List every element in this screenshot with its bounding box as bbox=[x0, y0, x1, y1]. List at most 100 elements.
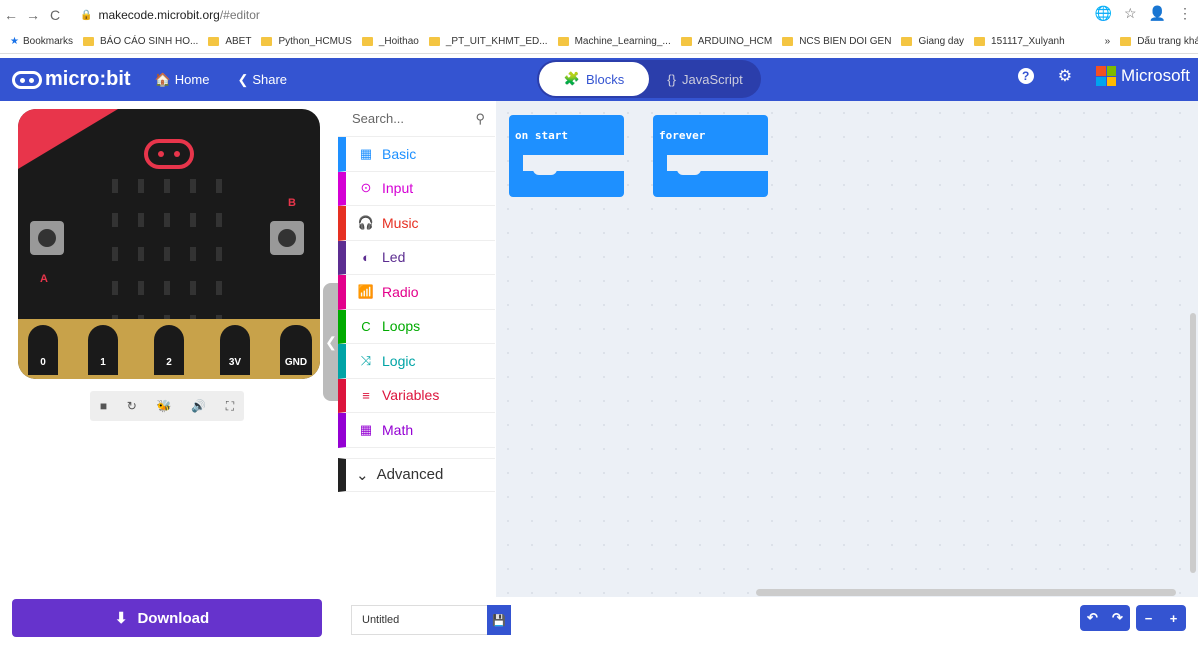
vertical-scrollbar[interactable] bbox=[1190, 313, 1196, 573]
category-led[interactable]: ◐ Led bbox=[338, 240, 495, 275]
bookmark-label: Dấu trang khác bbox=[1137, 36, 1198, 47]
share-button[interactable]: ❮ Share bbox=[237, 72, 291, 88]
save-button[interactable]: 💾 bbox=[487, 605, 511, 635]
tab-blocks[interactable]: 🧩 Blocks bbox=[539, 62, 649, 96]
home-button[interactable]: 🏠 Home bbox=[155, 72, 214, 88]
bookmarks-text: Bookmarks bbox=[22, 36, 73, 47]
stop-icon[interactable]: ■ bbox=[100, 399, 107, 413]
menu-icon[interactable]: ⋮ bbox=[1178, 5, 1192, 22]
browser-right-icons: 🌐 ☆ 👤 ⋮ bbox=[1095, 5, 1192, 22]
category-music[interactable]: 🎧 Music bbox=[338, 206, 495, 241]
category-label: Math bbox=[382, 421, 414, 438]
simulator-panel: A B 0 1 2 3V GND ■ ↻ 🐝 🔊 ⛶ bbox=[0, 101, 338, 591]
collapse-simulator-button[interactable]: ❮ bbox=[323, 283, 339, 401]
restart-icon[interactable]: ↻ bbox=[127, 399, 137, 413]
other-bookmarks[interactable]: Dấu trang khác bbox=[1120, 36, 1198, 47]
bookmark-label: Giang day bbox=[918, 36, 965, 47]
undo-redo-group: ↶ ↷ bbox=[1080, 605, 1130, 631]
editor-toggle: 🧩 Blocks {} JavaScript bbox=[537, 60, 761, 98]
browser-toolbar: ← → C 🔒 makecode.microbit.org/#editor 🌐 … bbox=[0, 0, 1198, 30]
bookmark-item[interactable]: NCS BIEN DOI GEN bbox=[782, 36, 891, 47]
search-input[interactable]: Search... bbox=[352, 111, 404, 126]
help-icon[interactable]: ? bbox=[1017, 68, 1034, 84]
bookmark-item[interactable]: Python_HCMUS bbox=[261, 36, 352, 47]
bottom-bar: ⬇ Download Untitled 💾 ↶ ↷ − + bbox=[0, 597, 1198, 648]
on-start-block[interactable]: on start bbox=[509, 115, 624, 197]
tab-javascript[interactable]: {} JavaScript bbox=[649, 72, 761, 87]
pin-3v[interactable]: 3V bbox=[220, 325, 250, 375]
back-button[interactable]: ← bbox=[0, 7, 22, 23]
bookmark-item[interactable]: ABET bbox=[208, 36, 251, 47]
zoom-in-icon[interactable]: + bbox=[1170, 611, 1178, 626]
button-a-label: A bbox=[40, 273, 48, 285]
bookmark-item[interactable]: ARDUINO_HCM bbox=[680, 36, 773, 47]
loops-icon: C bbox=[361, 318, 371, 334]
horizontal-scrollbar[interactable] bbox=[756, 589, 1176, 596]
lock-icon: 🔒 bbox=[80, 9, 93, 21]
bookmark-label: Machine_Learning_... bbox=[574, 36, 671, 47]
mute-icon[interactable]: 🔊 bbox=[191, 399, 206, 413]
download-button[interactable]: ⬇ Download bbox=[12, 599, 322, 637]
profile-icon[interactable]: 👤 bbox=[1149, 5, 1166, 22]
category-advanced[interactable]: ⌄ Advanced bbox=[338, 457, 495, 492]
bookmark-item[interactable]: _PT_UIT_KHMT_ED... bbox=[428, 36, 548, 47]
logo-text: micro:bit bbox=[45, 68, 131, 90]
star-icon: ★ bbox=[10, 36, 19, 47]
folder-icon bbox=[680, 37, 692, 46]
bookmark-item[interactable]: _Hoithao bbox=[361, 36, 419, 47]
folder-icon bbox=[557, 37, 569, 46]
button-a[interactable] bbox=[30, 221, 64, 255]
pin-gnd[interactable]: GND bbox=[280, 325, 312, 375]
bookmark-label: ABET bbox=[225, 36, 252, 47]
undo-icon[interactable]: ↶ bbox=[1087, 610, 1098, 626]
category-input[interactable]: ⊙ Input bbox=[338, 171, 495, 206]
microbit-logo[interactable]: micro:bit bbox=[12, 68, 131, 91]
microbit-board[interactable]: A B 0 1 2 3V GND bbox=[18, 109, 320, 379]
home-icon: 🏠 bbox=[154, 71, 171, 87]
pin-2[interactable]: 2 bbox=[154, 325, 184, 375]
block-notch bbox=[677, 169, 701, 175]
url-path: /#editor bbox=[219, 8, 260, 22]
pin-0[interactable]: 0 bbox=[28, 325, 58, 375]
bookmarks-more-button[interactable]: » bbox=[1105, 36, 1111, 47]
app-header: micro:bit 🏠 Home ❮ Share 🧩 Blocks {} JavaScr… bbox=[0, 58, 1198, 101]
bookmark-item[interactable]: 151117_Xulyanh bbox=[974, 36, 1065, 47]
address-bar[interactable]: makecode.microbit.org/#editor bbox=[98, 8, 259, 22]
zoom-out-icon[interactable]: − bbox=[1145, 611, 1153, 626]
translate-icon[interactable]: 🌐 bbox=[1095, 5, 1112, 22]
toolbox-search[interactable]: Search... ⚲ bbox=[338, 101, 495, 137]
radio-icon: 📶 bbox=[357, 283, 375, 299]
category-radio[interactable]: 📶 Radio bbox=[338, 275, 495, 310]
fullscreen-icon[interactable]: ⛶ bbox=[226, 399, 234, 414]
category-variables[interactable]: ≡ Variables bbox=[338, 378, 495, 413]
button-b[interactable] bbox=[270, 221, 304, 255]
search-icon: ⚲ bbox=[475, 110, 485, 126]
category-basic[interactable]: ▦ Basic bbox=[338, 137, 495, 172]
forever-block[interactable]: forever bbox=[653, 115, 768, 197]
microsoft-logo[interactable]: Microsoft bbox=[1096, 66, 1190, 86]
bookmark-item[interactable]: BÁO CÁO SINH HO... bbox=[82, 36, 198, 47]
category-math[interactable]: ▦ Math bbox=[338, 413, 495, 448]
category-loops[interactable]: C Loops bbox=[338, 309, 495, 344]
puzzle-icon: 🧩 bbox=[563, 71, 580, 86]
blocks-workspace[interactable]: on start forever bbox=[496, 101, 1198, 597]
gear-icon[interactable]: ⚙ bbox=[1058, 66, 1072, 86]
category-logic[interactable]: ⤨ Logic bbox=[338, 344, 495, 379]
forward-button[interactable]: → bbox=[22, 7, 44, 23]
bookmark-item[interactable]: Giang day bbox=[901, 36, 964, 47]
bookmark-star-icon[interactable]: ☆ bbox=[1124, 5, 1137, 22]
project-name-input[interactable]: Untitled bbox=[351, 605, 487, 635]
simulator-controls: ■ ↻ 🐝 🔊 ⛶ bbox=[90, 391, 244, 421]
debug-icon[interactable]: 🐝 bbox=[156, 399, 171, 413]
bookmarks-label[interactable]: ★ Bookmarks bbox=[10, 36, 73, 47]
bookmark-item[interactable]: Machine_Learning_... bbox=[557, 36, 671, 47]
category-label: Advanced bbox=[376, 466, 444, 483]
reload-button[interactable]: C bbox=[44, 7, 66, 23]
led-icon: ◐ bbox=[362, 249, 370, 265]
redo-icon[interactable]: ↷ bbox=[1112, 610, 1123, 626]
bookmark-label: ARDUINO_HCM bbox=[697, 36, 773, 47]
led-matrix[interactable] bbox=[112, 179, 222, 329]
pin-1[interactable]: 1 bbox=[88, 325, 118, 375]
folder-icon bbox=[82, 37, 94, 46]
tab-blocks-label: Blocks bbox=[585, 71, 625, 87]
